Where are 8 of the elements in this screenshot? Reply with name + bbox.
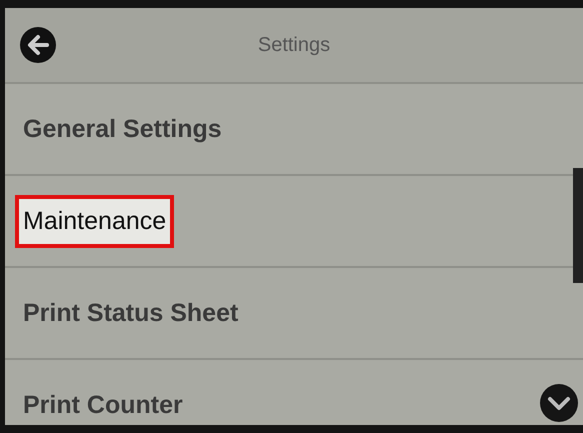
screen-title: Settings bbox=[258, 34, 330, 56]
scroll-down-icon[interactable] bbox=[539, 383, 579, 423]
menu-item[interactable]: Maintenance bbox=[15, 194, 174, 248]
menu-item[interactable]: Print Counter bbox=[15, 378, 191, 425]
menu-item[interactable]: Print Status Sheet bbox=[15, 286, 246, 340]
scrollbar[interactable] bbox=[573, 168, 583, 283]
menu-item[interactable]: General Settings bbox=[15, 102, 230, 156]
back-icon[interactable] bbox=[19, 26, 57, 64]
